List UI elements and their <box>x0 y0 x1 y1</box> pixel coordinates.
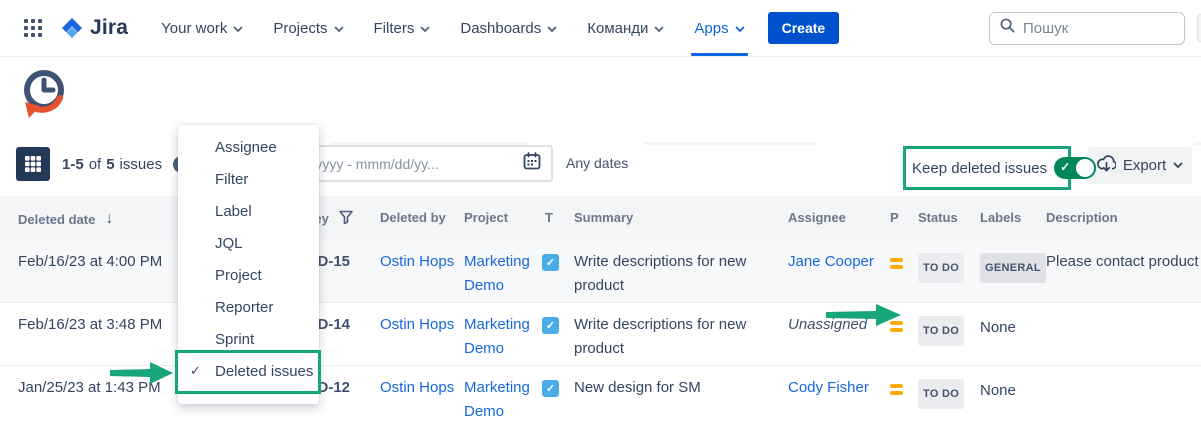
status-badge: TO DO <box>918 379 964 409</box>
check-icon: ✓ <box>1060 160 1070 174</box>
assignee-link[interactable]: Jane Cooper <box>788 250 874 274</box>
column-header-deleted-by: Deleted by <box>380 210 446 225</box>
any-dates-label: Any dates <box>566 155 628 171</box>
nav-item-projects[interactable]: Projects <box>258 0 358 56</box>
column-header-status: Status <box>918 210 958 225</box>
menu-item-filter[interactable]: Filter <box>178 163 319 195</box>
select-issues-by-menu: Assignee Filter Label JQL Project Report… <box>178 125 319 404</box>
top-navbar: Jira Your work Projects Filters Dashboar… <box>0 0 1201 57</box>
issue-history-app-icon <box>16 65 72 132</box>
chevron-down-icon <box>547 26 557 33</box>
description-cell: Please contact product m <box>1046 250 1201 274</box>
app-switcher-icon[interactable] <box>16 11 50 45</box>
jira-logo[interactable]: Jira <box>60 16 128 40</box>
column-header-assignee: Assignee <box>788 210 846 225</box>
chevron-down-icon <box>420 26 430 33</box>
export-button[interactable]: Export <box>1088 147 1192 184</box>
project-link[interactable]: Marketing Demo <box>464 376 536 424</box>
chevron-down-icon <box>735 26 745 33</box>
deleted-by-link[interactable]: Ostin Hops <box>380 313 454 337</box>
jira-logo-text: Jira <box>90 16 128 40</box>
sort-descending-icon: ↓ <box>105 210 113 228</box>
summary-cell: New design for SM <box>574 376 774 400</box>
nav-item-teams[interactable]: Команди <box>572 0 679 56</box>
table-view-icon[interactable] <box>16 147 50 181</box>
search-box[interactable] <box>989 12 1185 45</box>
nav-item-apps[interactable]: Apps <box>679 0 759 56</box>
menu-item-project[interactable]: Project <box>178 259 319 291</box>
summary-cell: Write descriptions for new product <box>574 313 774 361</box>
labels-none-text: None <box>980 379 1016 403</box>
filter-funnel-icon[interactable] <box>339 210 353 227</box>
issue-count: 1-5 of 5 issues i <box>62 156 190 173</box>
create-button[interactable]: Create <box>768 12 840 44</box>
menu-item-deleted-issues[interactable]: ✓ Deleted issues <box>178 355 319 387</box>
nav-menu: Your work Projects Filters Dashboards Ко… <box>146 0 759 56</box>
chevron-down-icon <box>654 26 664 33</box>
chevron-down-icon <box>1173 162 1183 169</box>
deleted-date-cell: Feb/16/23 at 3:48 PM <box>18 313 162 337</box>
chevron-down-icon <box>334 26 344 33</box>
deleted-by-link[interactable]: Ostin Hops <box>380 376 454 400</box>
column-header-project: Project <box>464 210 508 225</box>
calendar-icon[interactable] <box>523 152 541 175</box>
project-link[interactable]: Marketing Demo <box>464 250 536 298</box>
labels-none-text: None <box>980 316 1016 340</box>
nav-item-dashboards[interactable]: Dashboards <box>445 0 572 56</box>
menu-item-jql[interactable]: JQL <box>178 227 319 259</box>
column-header-deleted-date[interactable]: Deleted date ↓ <box>18 210 113 228</box>
deleted-date-cell: Jan/25/23 at 1:43 PM <box>18 376 161 400</box>
keep-deleted-issues-annotation-box: Keep deleted issues ✓ <box>903 146 1071 190</box>
deleted-by-link[interactable]: Ostin Hops <box>380 250 454 274</box>
task-type-icon: ✓ <box>542 317 559 334</box>
toggle-knob <box>1076 159 1094 177</box>
menu-item-reporter[interactable]: Reporter <box>178 291 319 323</box>
project-link[interactable]: Marketing Demo <box>464 313 536 361</box>
priority-medium-icon <box>890 384 903 398</box>
column-header-description: Description <box>1046 210 1118 225</box>
search-icon <box>1000 18 1015 38</box>
keep-deleted-issues-label: Keep deleted issues <box>912 160 1047 177</box>
status-badge: TO DO <box>918 253 964 283</box>
assignee-unassigned: Unassigned <box>788 313 867 337</box>
column-header-summary: Summary <box>574 210 633 225</box>
chevron-down-icon <box>233 26 243 33</box>
menu-item-label[interactable]: Label <box>178 195 319 227</box>
menu-item-sprint[interactable]: Sprint <box>178 323 319 355</box>
summary-cell: Write descriptions for new product <box>574 250 774 298</box>
nav-item-filters[interactable]: Filters <box>359 0 446 56</box>
assignee-link[interactable]: Cody Fisher <box>788 376 869 400</box>
keep-deleted-issues-toggle[interactable]: ✓ <box>1054 157 1096 179</box>
column-header-labels: Labels <box>980 210 1021 225</box>
deleted-date-cell: Feb/16/23 at 4:00 PM <box>18 250 162 274</box>
label-badge: GENERAL <box>980 253 1046 283</box>
status-badge: TO DO <box>918 316 964 346</box>
jira-logo-icon <box>60 16 84 40</box>
priority-medium-icon <box>890 321 903 335</box>
search-input[interactable] <box>1023 20 1174 37</box>
task-type-icon: ✓ <box>542 380 559 397</box>
check-icon: ✓ <box>190 363 201 379</box>
task-type-icon: ✓ <box>542 254 559 271</box>
column-header-type: T <box>545 210 553 225</box>
column-header-priority: P <box>890 210 899 225</box>
menu-item-assignee[interactable]: Assignee <box>178 131 319 163</box>
nav-item-your-work[interactable]: Your work <box>146 0 258 56</box>
priority-medium-icon <box>890 258 903 272</box>
export-download-icon <box>1097 154 1116 177</box>
cut-off-element <box>1197 14 1201 42</box>
